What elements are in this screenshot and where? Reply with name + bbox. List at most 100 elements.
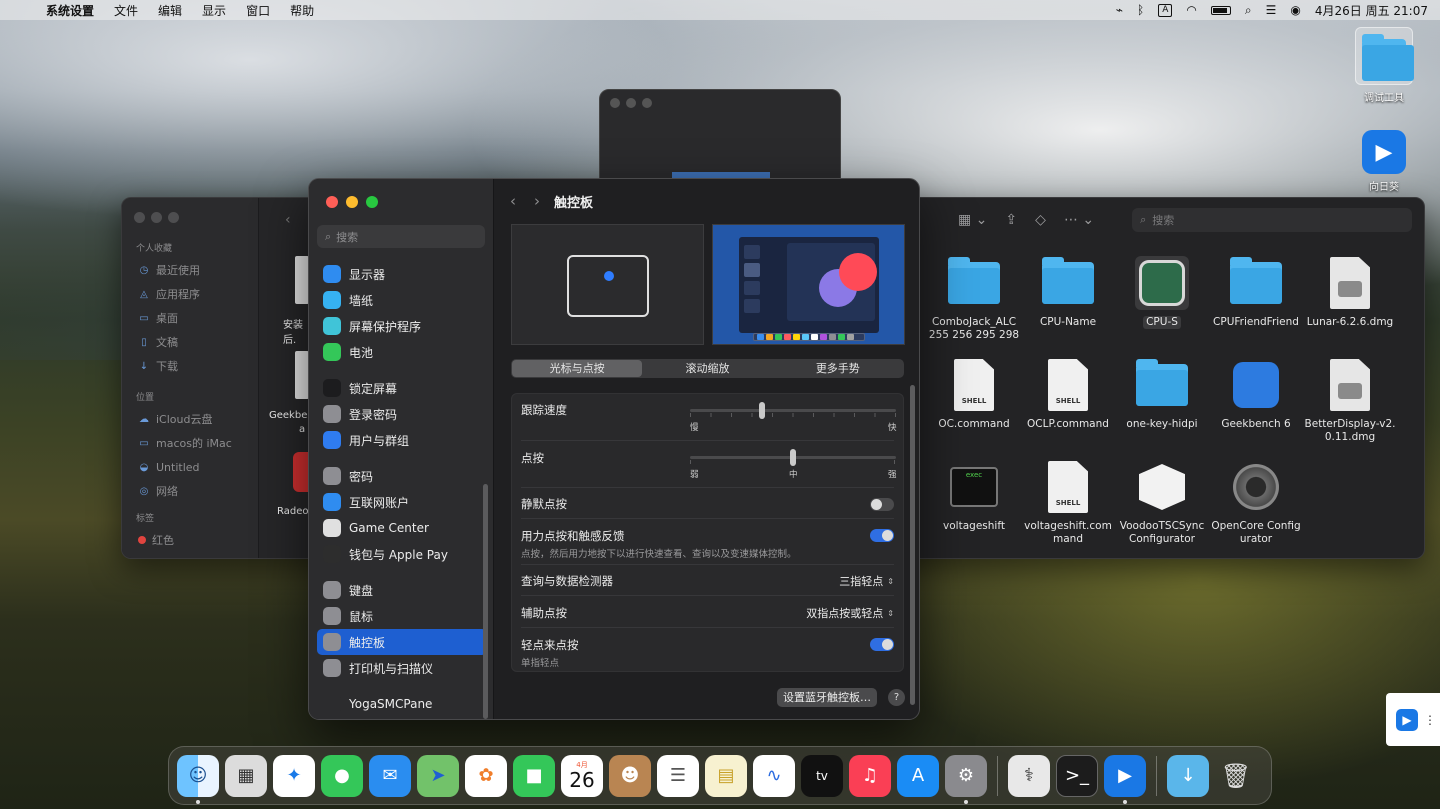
forward-button[interactable]: › — [534, 192, 540, 210]
file-item[interactable]: SHELL OC.command — [927, 352, 1021, 448]
messages-icon[interactable]: ● — [321, 754, 363, 797]
share-icon[interactable]: ⇪ — [1005, 212, 1017, 228]
file-item[interactable]: CPU-Name — [1021, 250, 1115, 346]
sidebar-item-yoga[interactable]: YogaSMCPane — [317, 691, 487, 717]
minimize-button[interactable] — [346, 196, 358, 208]
sidebar-item-display[interactable]: 显示器 — [317, 261, 487, 287]
sidebar-item-screensaver[interactable]: 屏幕保护程序 — [317, 313, 487, 339]
sidebar-item-key[interactable]: 密码 — [317, 463, 487, 489]
disk-utility-icon[interactable]: ⚕ — [1008, 754, 1050, 797]
sidebar-item-icloud[interactable]: ☁ iCloud云盘 — [134, 407, 246, 431]
menu-clock[interactable]: 4月26日 周五 21:07 — [1315, 2, 1428, 19]
menu-file[interactable]: 文件 — [114, 2, 138, 19]
battery-status-icon[interactable] — [1210, 5, 1231, 15]
notes-icon[interactable]: ▤ — [705, 754, 747, 797]
file-item[interactable]: OpenCore Configurator — [1209, 454, 1303, 550]
script-status-icon[interactable]: ⌁ — [1116, 3, 1123, 17]
sidebar-item-wallet[interactable]: 钱包与 Apple Pay — [317, 541, 487, 567]
sidebar-scrollbar[interactable] — [483, 484, 488, 719]
sidebar-item-recents[interactable]: ◷ 最近使用 — [134, 258, 246, 282]
sidebar-item-lock[interactable]: 锁定屏幕 — [317, 375, 487, 401]
sidebar-item-network[interactable]: ◎ 网络 — [134, 479, 246, 503]
slider-knob[interactable] — [790, 449, 796, 466]
siri-icon[interactable]: ◉ — [1290, 3, 1300, 17]
secondary-click-popup[interactable]: 双指点按或轻点 ⇕ — [806, 605, 894, 621]
force-click-toggle[interactable] — [870, 529, 894, 542]
file-item[interactable]: CPUFriendFriend — [1209, 250, 1303, 346]
launchpad-icon[interactable]: ▦ — [225, 754, 267, 797]
system-settings-icon[interactable]: ⚙ — [945, 754, 987, 804]
file-item[interactable]: SHELL OCLP.command — [1021, 352, 1115, 448]
file-item[interactable]: BetterDisplay-v2.0.11.dmg — [1303, 352, 1397, 448]
desktop-item-sunlogin[interactable]: ▶ 向日葵 — [1349, 130, 1419, 193]
file-item[interactable]: CPU-S — [1115, 250, 1209, 346]
radeon-app-icon[interactable] — [293, 452, 309, 492]
sidebar-item-battery[interactable]: 电池 — [317, 339, 487, 365]
input-source-icon[interactable]: A — [1158, 3, 1173, 17]
mail-icon[interactable]: ✉ — [369, 754, 411, 797]
spotlight-icon[interactable]: ⌕ — [1245, 3, 1252, 18]
terminal-icon[interactable]: >_ — [1056, 754, 1098, 797]
tab-point-click[interactable]: 光标与点按 — [512, 360, 643, 377]
file-item[interactable]: exec voltageshift — [927, 454, 1021, 550]
system-settings-window[interactable]: ⌕ 搜索 显示器 墙纸 屏幕保护程序 电池 锁定屏幕 登录密码 用户与群组 密码 互联网账户 Ga… — [308, 178, 920, 720]
downloads-stack-icon[interactable]: ↓ — [1167, 754, 1209, 797]
background-window[interactable] — [599, 89, 841, 189]
sunlogin-icon[interactable]: ▶ — [1104, 754, 1146, 804]
facetime-icon[interactable]: ■ — [513, 754, 555, 797]
more-icon[interactable]: ⋯ ⌄ — [1064, 212, 1094, 228]
zoom-button[interactable] — [366, 196, 378, 208]
sidebar-item-imac[interactable]: ▭ macos的 iMac — [134, 431, 246, 455]
tab-scroll-zoom[interactable]: 滚动缩放 — [642, 360, 772, 377]
trash-icon[interactable]: 🗑 — [1215, 755, 1257, 797]
tab-more-gestures[interactable]: 更多手势 — [773, 360, 903, 377]
menu-edit[interactable]: 编辑 — [158, 2, 182, 19]
calendar-icon[interactable]: 4月 26 — [561, 754, 603, 797]
desktop-item-debug-tools[interactable]: 调试工具 — [1349, 27, 1419, 104]
contacts-icon[interactable]: ☻ — [609, 754, 651, 797]
back-button[interactable]: ‹ — [510, 192, 516, 210]
sidebar-item-keyboard[interactable]: 键盘 — [317, 577, 487, 603]
menu-view[interactable]: 显示 — [202, 2, 226, 19]
sidebar-item-gamecenter[interactable]: Game Center — [317, 515, 487, 541]
menu-app-name[interactable]: 系统设置 — [46, 2, 94, 19]
help-button[interactable]: ? — [888, 689, 905, 706]
file-item[interactable]: ComboJack_ALC 255 256 295 298 — [927, 250, 1021, 346]
music-icon[interactable]: ♫ — [849, 754, 891, 797]
tag-icon[interactable]: ◇ — [1035, 212, 1046, 228]
sidebar-item-printer[interactable]: 打印机与扫描仪 — [317, 655, 487, 681]
file-item[interactable]: one-key-hidpi — [1115, 352, 1209, 448]
close-button[interactable] — [326, 196, 338, 208]
content-scrollbar[interactable] — [910, 385, 915, 705]
sidebar-item-wallpaper[interactable]: 墙纸 — [317, 287, 487, 313]
silent-click-toggle[interactable] — [870, 498, 894, 511]
menu-help[interactable]: 帮助 — [290, 2, 314, 19]
file-icon[interactable] — [295, 351, 309, 399]
menu-window[interactable]: 窗口 — [246, 2, 270, 19]
sidebar-item-at[interactable]: 互联网账户 — [317, 489, 487, 515]
sunlogin-floating-widget[interactable]: ▶ ⋮ — [1386, 693, 1440, 746]
maps-icon[interactable]: ➤ — [417, 754, 459, 797]
file-item[interactable]: Geekbench 6 — [1209, 352, 1303, 448]
finder-search-input[interactable]: ⌕ 搜索 — [1132, 208, 1413, 232]
finder-icon[interactable]: ☺ — [177, 754, 219, 804]
file-item[interactable]: SHELL voltageshift.command — [1021, 454, 1115, 550]
sidebar-item-desktop[interactable]: ▭ 桌面 — [134, 306, 246, 330]
file-item[interactable]: Lunar-6.2.6.dmg — [1303, 250, 1397, 346]
sidebar-item-tag-red[interactable]: 红色 — [134, 528, 246, 552]
bluetooth-status-icon[interactable]: ᛒ — [1137, 3, 1144, 17]
wifi-icon[interactable]: ◠ — [1186, 3, 1196, 17]
tap-to-click-toggle[interactable] — [870, 638, 894, 651]
more-icon[interactable]: ⋮ — [1424, 713, 1436, 727]
appstore-icon[interactable]: A — [897, 754, 939, 797]
freeform-icon[interactable]: ∿ — [753, 754, 795, 797]
photos-icon[interactable]: ✿ — [465, 754, 507, 797]
sidebar-item-documents[interactable]: ▯ 文稿 — [134, 330, 246, 354]
back-icon[interactable]: ‹ — [285, 212, 291, 228]
sidebar-item-trackpad[interactable]: 触控板 — [317, 629, 487, 655]
slider-knob[interactable] — [759, 402, 766, 419]
settings-search-input[interactable]: ⌕ 搜索 — [317, 225, 485, 248]
sidebar-item-downloads[interactable]: ↓ 下载 — [134, 354, 246, 378]
reminders-icon[interactable]: ☰ — [657, 754, 699, 797]
sidebar-item-users[interactable]: 用户与群组 — [317, 427, 487, 453]
